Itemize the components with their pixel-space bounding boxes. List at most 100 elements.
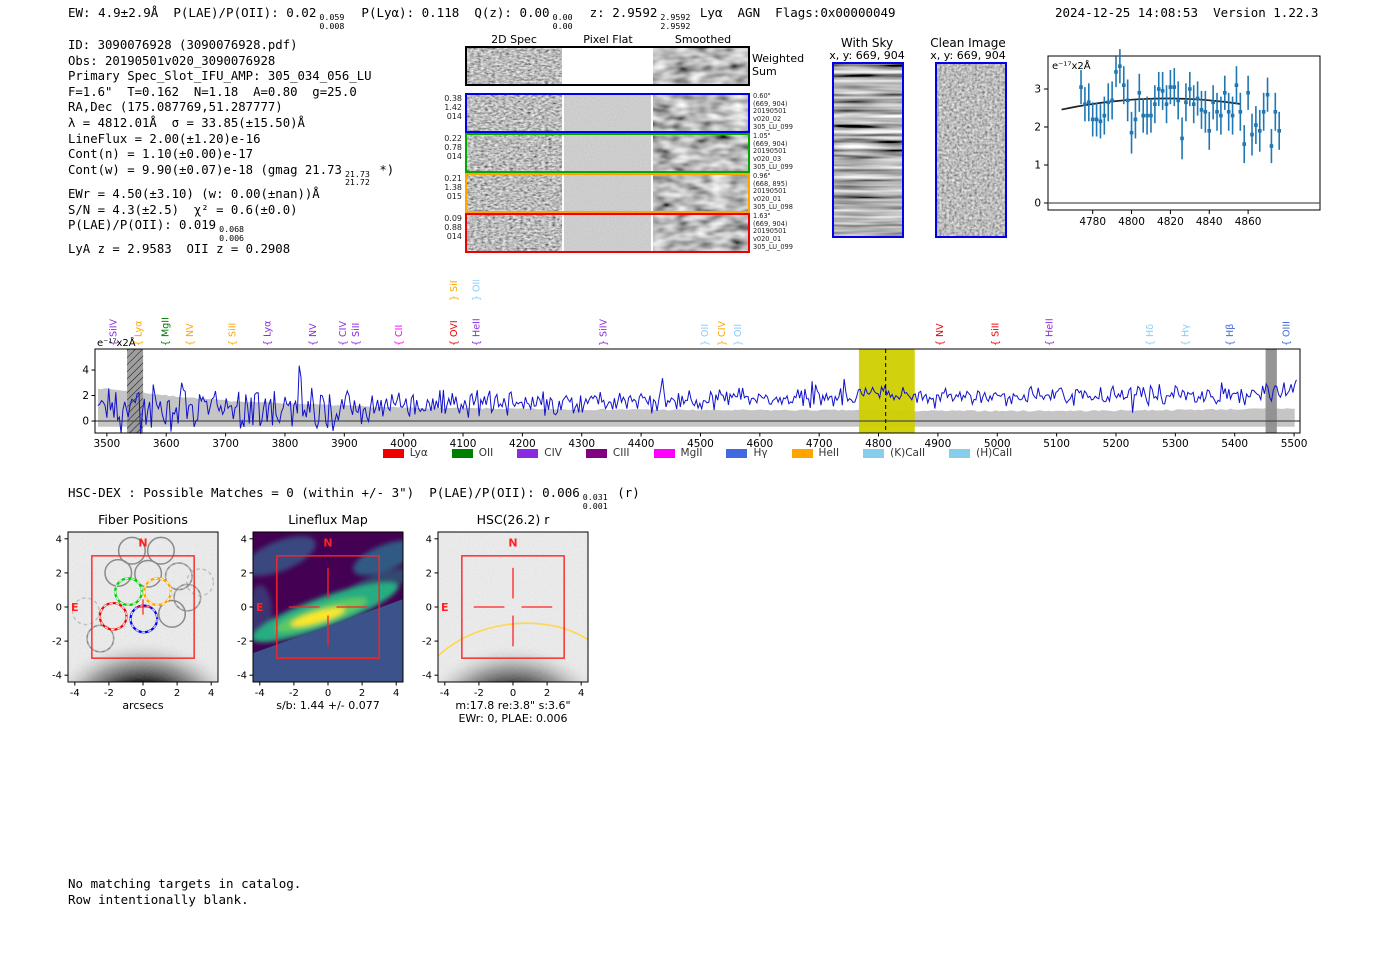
full-spectrum-svg: 3500 3600 3700 3800 3900 4000 4100 4200 4300 4400… bbox=[82, 273, 1307, 450]
line-label-ovi: { OVI bbox=[449, 320, 460, 346]
legend-swatch bbox=[517, 448, 539, 458]
noise-image bbox=[564, 95, 651, 131]
cutout-xlabel: arcsecs bbox=[122, 699, 164, 712]
line-label-siiv: } SiIV bbox=[599, 318, 610, 346]
svg-text:4800: 4800 bbox=[1118, 216, 1145, 228]
svg-text:-2: -2 bbox=[237, 637, 247, 648]
svg-text:4: 4 bbox=[426, 534, 432, 545]
legend-swatch bbox=[451, 448, 473, 458]
noise-image bbox=[467, 175, 562, 211]
legend-label: Lyα bbox=[409, 447, 428, 459]
line-label-siii: { SiII bbox=[990, 323, 1001, 346]
withsky-image bbox=[832, 62, 904, 238]
flags-value: Flags:0x00000049 bbox=[775, 5, 896, 20]
fiber-weights-label: 0.09 0.88 014 bbox=[444, 214, 462, 241]
spec2d-fiber-row bbox=[465, 213, 750, 253]
fiber-id-label: 0.96" (668, 895) 20190501 v020_01 305_LU_098 bbox=[753, 172, 793, 211]
svg-text:-2: -2 bbox=[104, 688, 114, 699]
svg-text:0: 0 bbox=[325, 688, 331, 699]
noise-image bbox=[653, 135, 748, 171]
compass-north: N bbox=[323, 536, 332, 549]
svg-text:-2: -2 bbox=[422, 637, 432, 648]
fiber-weights-label: 0.22 0.78 014 bbox=[444, 134, 462, 161]
svg-text:4: 4 bbox=[208, 688, 214, 699]
line-label-oii: } OII bbox=[700, 324, 711, 346]
svg-text:2: 2 bbox=[241, 568, 247, 579]
hsc-cutout-panel: N E -4 -4 -2 -2 0 0 2 2 4 4 m:17.8 re:3.8" s:3.6" EWr… bbox=[410, 528, 600, 727]
line-label-lyα: { Lyα bbox=[133, 321, 144, 346]
line-label-lyα: { Lyα bbox=[263, 321, 274, 346]
svg-text:-4: -4 bbox=[70, 688, 80, 699]
fiber-id-label: 0.60" (669, 904) 20190501 v020_02 305_LU_099 bbox=[753, 92, 793, 131]
plae-range: 0.068 0.006 bbox=[219, 224, 245, 243]
p-lya-value: P(Lyα): 0.118 bbox=[361, 5, 460, 20]
spec2d-fiber-row bbox=[465, 173, 750, 213]
legend-swatch bbox=[949, 448, 971, 458]
svg-text:-4: -4 bbox=[422, 671, 432, 682]
lineflux-map-title: Lineflux Map bbox=[288, 512, 368, 527]
svg-text:0: 0 bbox=[510, 688, 516, 699]
info-line-radec: RA,Dec (175.087769,51.287777) bbox=[68, 100, 283, 115]
info-line-plae: P(LAE)/P(OII): 0.019 0.068 0.006 bbox=[68, 218, 245, 243]
svg-text:2: 2 bbox=[1034, 122, 1041, 134]
noise-image bbox=[834, 64, 902, 236]
legend-swatch bbox=[585, 448, 607, 458]
noise-image bbox=[564, 215, 651, 251]
compass-east: E bbox=[256, 601, 264, 614]
spec2d-weighted-row bbox=[465, 46, 750, 86]
svg-text:e⁻¹⁷x2Å: e⁻¹⁷x2Å bbox=[1052, 59, 1091, 72]
catalog-match-note: No matching targets in catalog. Row inte… bbox=[68, 876, 301, 907]
legend-label: (H)CaII bbox=[976, 447, 1013, 459]
svg-text:4: 4 bbox=[393, 688, 399, 699]
compass-north: N bbox=[508, 536, 517, 549]
noise-image bbox=[937, 64, 1005, 236]
datetime-value: 2024-12-25 14:08:53 bbox=[1055, 5, 1198, 20]
svg-text:4: 4 bbox=[56, 534, 62, 545]
line-label-oii: } OII bbox=[472, 280, 483, 301]
spec2d-fiber-row bbox=[465, 93, 750, 133]
hsc-cutout-title: HSC(26.2) r bbox=[476, 512, 550, 527]
legend-swatch bbox=[382, 448, 404, 458]
info-line-id: ID: 3090076928 (3090076928.pdf) bbox=[68, 38, 298, 52]
legend-swatch bbox=[791, 448, 813, 458]
svg-text:0: 0 bbox=[56, 603, 62, 614]
svg-text:4: 4 bbox=[241, 534, 247, 545]
spec2d-header-pixelflat: Pixel Flat bbox=[583, 33, 633, 46]
hsc-cutout-svg: N E -4 -4 -2 -2 0 0 2 2 4 4 m:17.8 re:3.8" s:3.6"EWr… bbox=[422, 531, 589, 725]
plae-poii-range: 0.059 0.008 bbox=[319, 12, 345, 31]
noise-image bbox=[653, 215, 748, 251]
lineflux-map-panel: N E -4 -4 -2 -2 0 0 2 2 4 4 s/b: 1.44 +/- 0.077 bbox=[225, 528, 415, 727]
lineflux-map-svg: N E -4 -4 -2 -2 0 0 2 2 4 4 s/b: 1.44 +/- 0.077 bbox=[237, 531, 404, 712]
svg-text:-4: -4 bbox=[237, 671, 247, 682]
line-label-mgii: { MgII bbox=[161, 317, 172, 346]
noise-image bbox=[653, 175, 748, 211]
svg-text:-2: -2 bbox=[52, 637, 62, 648]
svg-text:4860: 4860 bbox=[1235, 216, 1262, 228]
agn-label: AGN bbox=[737, 5, 761, 20]
fiber-positions-panel: N E -4 -4 -2 -2 0 0 2 2 4 4 arcsecs bbox=[40, 528, 230, 727]
svg-text:1: 1 bbox=[1034, 160, 1041, 172]
cutout-xlabel2: EWr: 0, PLAE: 0.006 bbox=[458, 712, 567, 723]
ew-value: EW: 4.9±2.9Å bbox=[68, 5, 159, 20]
line-label-heii: { HeII bbox=[472, 318, 483, 346]
line-label-hδ: { Hδ bbox=[1145, 324, 1156, 346]
noise-image bbox=[564, 135, 651, 171]
hsc-plae-range: 0.031 0.001 bbox=[582, 492, 608, 511]
version-value: Version 1.22.3 bbox=[1213, 5, 1319, 20]
line-label-heii: { HeII bbox=[1044, 318, 1055, 346]
legend-label: HeII bbox=[818, 447, 840, 459]
legend-label: Hγ bbox=[753, 447, 768, 459]
legend-item-oii: OII bbox=[451, 447, 493, 459]
legend-label: CIII bbox=[612, 447, 630, 459]
fiber-positions-title: Fiber Positions bbox=[98, 512, 188, 527]
svg-text:2: 2 bbox=[82, 390, 89, 402]
qz-range: 0.00 0.00 bbox=[552, 12, 573, 31]
line-label-hβ: { Hβ bbox=[1225, 324, 1236, 346]
legend-swatch bbox=[726, 448, 748, 458]
compass-east: E bbox=[71, 601, 79, 614]
legend-item-mgii: MgII bbox=[653, 447, 702, 459]
line-label-siiv: } SiIV bbox=[449, 280, 460, 301]
svg-text:4820: 4820 bbox=[1157, 216, 1184, 228]
no-match-line: No matching targets in catalog. bbox=[68, 876, 302, 891]
line-type-label: Lyα bbox=[699, 5, 723, 20]
